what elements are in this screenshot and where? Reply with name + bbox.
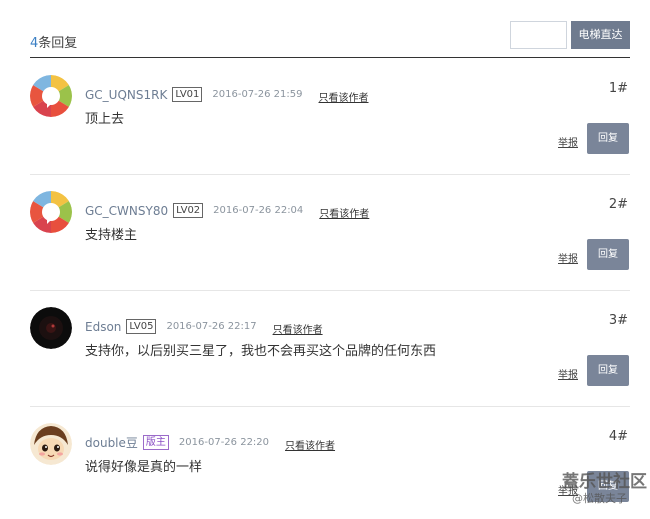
post-time: 2016-07-26 22:04 — [213, 205, 304, 216]
floor-number: 1# — [608, 81, 628, 96]
post-item: Edson LV05 2016-07-26 22:17 只看该作者 支持你，以后… — [30, 291, 630, 407]
report-link[interactable]: 举报 — [558, 134, 578, 149]
floor-number: 2# — [608, 197, 628, 212]
username-link[interactable]: GC_CWNSY80 — [85, 204, 168, 218]
post-content: 说得好像是真的一样 — [85, 460, 203, 475]
post-content: 支持楼主 — [85, 228, 138, 243]
floor-jump-button[interactable]: 电梯直达 — [571, 21, 630, 49]
post-item: double豆 版主 2016-07-26 22:20 只看该作者 说得好像是真… — [30, 407, 630, 519]
post-content: 顶上去 — [85, 112, 125, 127]
post-meta: GC_CWNSY80 LV02 2016-07-26 22:04 只看该作者 — [85, 201, 369, 220]
moderator-badge: 版主 — [142, 435, 169, 450]
post-meta: GC_UQNS1RK LV01 2016-07-26 21:59 只看该作者 — [85, 85, 369, 104]
post-item: GC_UQNS1RK LV01 2016-07-26 21:59 只看该作者 顶… — [30, 59, 630, 175]
watermark-author: @松散夫子 — [572, 492, 627, 505]
post-time: 2016-07-26 22:20 — [178, 437, 270, 448]
floor-jump-input[interactable] — [510, 21, 567, 49]
username-link[interactable]: double豆 — [85, 434, 138, 451]
report-link[interactable]: 举报 — [558, 250, 578, 265]
post-time: 2016-07-26 21:59 — [212, 89, 303, 100]
reply-button[interactable]: 回复 — [587, 239, 629, 270]
floor-number: 4# — [608, 429, 628, 444]
only-author-link[interactable]: 只看该作者 — [285, 437, 335, 452]
reply-count-label: 条回复 — [38, 36, 78, 51]
avatar[interactable] — [30, 307, 72, 349]
username-link[interactable]: Edson — [85, 320, 121, 334]
reply-button[interactable]: 回复 — [587, 123, 629, 154]
replies-header: 4条回复 电梯直达 — [30, 18, 630, 58]
post-time: 2016-07-26 22:17 — [166, 321, 257, 332]
reply-button[interactable]: 回复 — [587, 355, 629, 386]
avatar[interactable] — [30, 423, 72, 465]
only-author-link[interactable]: 只看该作者 — [319, 89, 369, 104]
floor-number: 3# — [608, 313, 628, 328]
only-author-link[interactable]: 只看该作者 — [273, 321, 323, 336]
post-item: GC_CWNSY80 LV02 2016-07-26 22:04 只看该作者 支… — [30, 175, 630, 291]
username-link[interactable]: GC_UQNS1RK — [85, 88, 167, 102]
post-meta: double豆 版主 2016-07-26 22:20 只看该作者 — [85, 433, 335, 452]
report-link[interactable]: 举报 — [558, 366, 578, 381]
level-badge: LV02 — [173, 203, 204, 218]
avatar[interactable] — [30, 191, 72, 233]
level-badge: LV01 — [172, 87, 203, 102]
level-badge: LV05 — [126, 319, 157, 334]
watermark-title: 蓋乐世社区 — [562, 472, 647, 492]
avatar[interactable] — [30, 75, 72, 117]
reply-count: 4条回复 — [30, 32, 77, 51]
post-meta: Edson LV05 2016-07-26 22:17 只看该作者 — [85, 317, 323, 336]
post-content: 支持你，以后别买三星了，我也不会再买这个品牌的任何东西 — [85, 344, 437, 359]
only-author-link[interactable]: 只看该作者 — [319, 205, 369, 220]
